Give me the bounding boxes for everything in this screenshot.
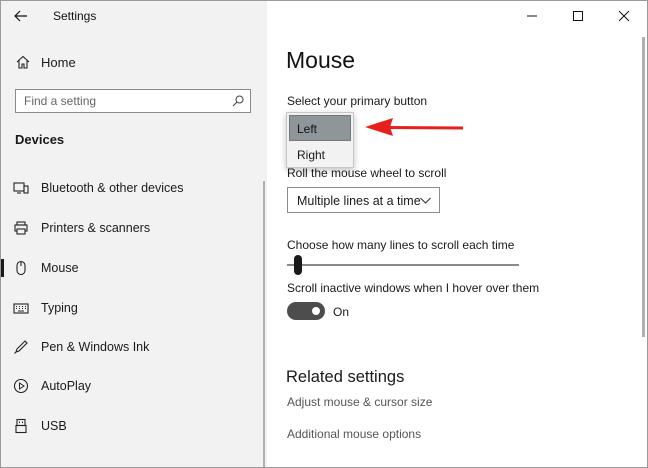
sidebar-item-mouse[interactable]: Mouse (1, 250, 263, 286)
sidebar-item-label: Mouse (41, 261, 79, 275)
selection-indicator (1, 259, 4, 277)
sidebar-item-bluetooth[interactable]: Bluetooth & other devices (1, 170, 263, 206)
inactive-scroll-toggle[interactable] (287, 302, 325, 320)
sidebar-item-label: USB (41, 419, 67, 433)
autoplay-icon (13, 378, 29, 394)
chevron-down-icon (420, 197, 431, 204)
annotation-arrow-icon (365, 118, 464, 136)
dropdown-option-right[interactable]: Right (289, 141, 351, 167)
back-arrow-icon (14, 10, 27, 22)
sidebar-item-printers[interactable]: Printers & scanners (1, 210, 263, 246)
minimize-icon (527, 15, 537, 17)
window-controls (509, 1, 647, 31)
lines-to-scroll-slider[interactable] (287, 254, 521, 275)
sidebar-item-usb[interactable]: USB (1, 408, 263, 444)
primary-button-dropdown[interactable]: Left Right (286, 112, 354, 168)
sidebar-item-label: Typing (41, 301, 78, 315)
sidebar-item-pen[interactable]: Pen & Windows Ink (1, 329, 263, 365)
minimize-button[interactable] (509, 1, 555, 31)
home-icon (16, 55, 30, 69)
slider-thumb[interactable] (293, 255, 302, 275)
roll-wheel-value: Multiple lines at a time (297, 194, 421, 208)
sidebar-item-label: Pen & Windows Ink (41, 340, 150, 354)
titlebar-left: Settings (1, 1, 267, 31)
link-additional-mouse-options[interactable]: Additional mouse options (287, 427, 421, 441)
pen-icon (14, 340, 28, 354)
bluetooth-devices-icon (13, 182, 29, 194)
main-scrollbar[interactable] (642, 37, 645, 337)
primary-button-label: Select your primary button (287, 94, 428, 108)
inactive-scroll-label: Scroll inactive windows when I hover ove… (287, 281, 540, 295)
sidebar-item-autoplay[interactable]: AutoPlay (1, 368, 263, 404)
keyboard-icon (13, 303, 29, 314)
sidebar-item-label: AutoPlay (41, 379, 92, 393)
slider-track (287, 264, 519, 266)
sidebar-item-label: Bluetooth & other devices (41, 181, 184, 195)
sidebar: Settings Home Devices Bluetooth & other … (1, 1, 267, 467)
sidebar-scrollbar[interactable] (263, 181, 265, 467)
toggle-knob (312, 307, 320, 315)
search-field[interactable] (15, 89, 251, 113)
sidebar-item-label: Printers & scanners (41, 221, 151, 235)
mouse-icon (16, 260, 26, 276)
settings-window: Settings Home Devices Bluetooth & other … (0, 0, 648, 468)
sidebar-item-home[interactable]: Home (1, 47, 267, 77)
search-input[interactable] (24, 93, 224, 109)
home-label: Home (41, 55, 76, 70)
back-button[interactable] (9, 4, 33, 28)
maximize-icon (573, 11, 583, 21)
link-adjust-cursor-size[interactable]: Adjust mouse & cursor size (287, 395, 432, 409)
app-title: Settings (53, 9, 97, 23)
maximize-button[interactable] (555, 1, 601, 31)
sidebar-item-typing[interactable]: Typing (1, 290, 263, 326)
page-title: Mouse (286, 47, 356, 73)
usb-icon (15, 418, 27, 434)
main-content: Mouse Select your primary button Left Ri… (267, 1, 647, 467)
section-title: Devices (15, 132, 65, 147)
toggle-state-label: On (333, 305, 350, 319)
dropdown-option-left[interactable]: Left (289, 115, 351, 141)
close-button[interactable] (601, 1, 647, 31)
lines-to-scroll-label: Choose how many lines to scroll each tim… (287, 238, 515, 252)
roll-wheel-select[interactable]: Multiple lines at a time (287, 187, 440, 213)
related-settings-title: Related settings (286, 368, 405, 386)
search-icon (232, 95, 244, 107)
roll-wheel-label: Roll the mouse wheel to scroll (287, 166, 447, 180)
printer-icon (14, 221, 28, 235)
close-icon (619, 11, 629, 21)
